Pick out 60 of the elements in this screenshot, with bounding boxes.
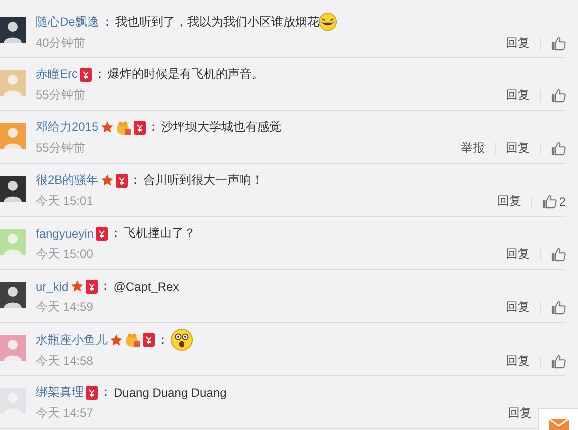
username-link[interactable]: ur_kid — [36, 280, 69, 294]
comment-text: 我也听到了，我以为我们小区谁放烟花 — [115, 14, 320, 30]
like-button[interactable] — [551, 141, 566, 156]
comment-text: @Capt_Rex — [114, 280, 180, 294]
colon-separator: ： — [94, 66, 106, 83]
comment-time: 今天 14:59 — [36, 299, 94, 316]
username-link[interactable]: fangyueyin — [36, 226, 94, 240]
like-button[interactable] — [551, 300, 566, 315]
username-link[interactable]: 邓给力2015 — [36, 119, 99, 136]
comment-time: 今天 14:58 — [36, 353, 94, 370]
comment-time: 55分钟前 — [36, 87, 86, 104]
comment-text: 合川听到很大一声响！ — [144, 172, 264, 189]
thumbs-up-icon — [551, 300, 566, 315]
comment-text: Duang Duang Duang — [114, 386, 227, 400]
colon-separator: ： — [157, 332, 169, 348]
username-link[interactable]: 随心De飘逸 — [36, 14, 100, 30]
avatar-icon[interactable] — [0, 17, 26, 43]
comment-text: 沙坪坝大学城也有感觉 — [162, 119, 282, 136]
username-link[interactable]: 赤瞳Erc — [36, 66, 78, 83]
username-link[interactable]: 水瓶座小鱼儿 — [36, 332, 108, 348]
username-link[interactable]: 绑架真理 — [36, 384, 84, 401]
reply-link[interactable]: 回复 — [506, 353, 530, 370]
colon-separator: ： — [100, 384, 112, 401]
comment-text: 爆炸的时候是有飞机的声音。 — [108, 66, 264, 83]
avatar-icon[interactable] — [0, 176, 26, 202]
colon-separator: ： — [101, 14, 114, 30]
message-widget[interactable] — [538, 408, 578, 430]
like-button[interactable]: 2 — [542, 194, 566, 209]
username-link[interactable]: 很2B的骚年 — [36, 172, 99, 189]
thumbs-up-icon — [551, 354, 566, 369]
like-button[interactable] — [551, 247, 566, 262]
reply-link[interactable]: 回复 — [506, 299, 530, 316]
colon-separator: ： — [100, 278, 112, 295]
comment-time: 今天 14:57 — [36, 405, 94, 422]
comment-time: 40分钟前 — [36, 35, 86, 52]
comment-text: 飞机撞山了？ — [124, 225, 196, 242]
like-button[interactable] — [551, 88, 566, 103]
colon-separator: ： — [110, 225, 122, 242]
thumbs-up-icon — [551, 141, 566, 156]
avatar-icon[interactable] — [0, 282, 26, 308]
reply-link[interactable]: 回复 — [506, 35, 530, 52]
like-button[interactable] — [551, 354, 566, 369]
thumbs-up-icon — [542, 194, 558, 209]
comment-time: 今天 15:01 — [36, 193, 94, 210]
like-count: 2 — [559, 194, 566, 208]
like-button[interactable] — [551, 36, 566, 51]
thumbs-up-icon — [551, 88, 566, 103]
envelope-icon — [548, 419, 568, 430]
report-link[interactable]: 举报 — [461, 140, 485, 157]
reply-link[interactable]: 回复 — [497, 193, 522, 210]
colon-separator: ： — [148, 119, 160, 136]
reply-link[interactable]: 回复 — [508, 405, 532, 422]
comment-time: 55分钟前 — [36, 140, 86, 157]
reply-link[interactable]: 回复 — [506, 87, 530, 104]
thumbs-up-icon — [551, 36, 566, 51]
colon-separator: ： — [130, 172, 142, 189]
thumbs-up-icon — [551, 247, 566, 262]
reply-link[interactable]: 回复 — [506, 246, 530, 263]
comment-time: 今天 15:00 — [36, 246, 94, 263]
reply-link[interactable]: 回复 — [506, 140, 530, 157]
